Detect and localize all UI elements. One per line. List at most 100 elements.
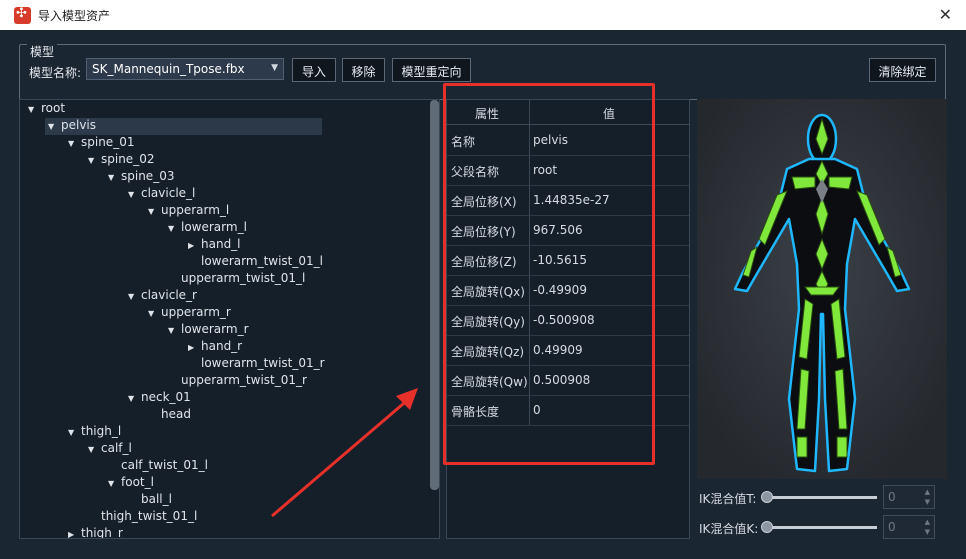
tree-node[interactable]: ▼ foot_l xyxy=(108,475,154,492)
expanded-triangle-icon[interactable]: ▼ xyxy=(48,122,61,131)
model-name-label: 模型名称: xyxy=(29,66,82,80)
property-row: 全局旋转(Qx) -0.49909 xyxy=(447,275,689,306)
property-row: 全局位移(Y) 967.506 xyxy=(447,215,689,246)
tree-node-label: upperarm_twist_01_l xyxy=(181,271,306,285)
property-key: 全局位移(X) xyxy=(451,195,517,209)
property-key: 骨骼长度 xyxy=(451,405,500,419)
property-row: 全局旋转(Qy) -0.500908 xyxy=(447,305,689,336)
tree-node[interactable]: thigh_twist_01_l xyxy=(88,509,197,526)
tree-node-label: thigh_twist_01_l xyxy=(101,509,198,523)
tree-node[interactable]: ▼ root xyxy=(28,101,65,118)
spin-down-icon[interactable]: ▼ xyxy=(925,498,930,506)
property-row: 全局旋转(Qz) 0.49909 xyxy=(447,335,689,366)
property-row: 父段名称 root xyxy=(447,155,689,186)
tree-node[interactable]: upperarm_twist_01_l xyxy=(168,271,305,288)
property-value: -10.5615 xyxy=(533,253,587,267)
tree-node-label: clavicle_r xyxy=(141,288,197,302)
ik-k-label: IK混合值K: xyxy=(699,522,759,536)
tree-node[interactable]: ▼ spine_02 xyxy=(88,152,154,169)
ik-t-slider-handle[interactable] xyxy=(761,491,773,503)
tree-node[interactable]: ▼ pelvis xyxy=(48,118,97,135)
tree-node[interactable]: ▼ thigh_l xyxy=(68,424,121,441)
clear-binding-button[interactable]: 清除绑定 xyxy=(869,58,936,82)
tree-node[interactable]: ▼ clavicle_r xyxy=(128,288,197,305)
tree-node[interactable]: ▼ neck_01 xyxy=(128,390,191,407)
tree-node[interactable]: calf_twist_01_l xyxy=(108,458,208,475)
tree-scrollbar[interactable] xyxy=(430,100,439,490)
expanded-triangle-icon[interactable]: ▼ xyxy=(128,292,141,301)
expanded-triangle-icon[interactable]: ▼ xyxy=(128,190,141,199)
property-value: 1.44835e-27 xyxy=(533,193,610,207)
tree-node[interactable]: ▼ upperarm_l xyxy=(148,203,229,220)
expanded-triangle-icon[interactable]: ▼ xyxy=(108,479,121,488)
property-key: 全局旋转(Qz) xyxy=(451,345,525,359)
tree-node-label: root xyxy=(41,101,66,115)
expanded-triangle-icon[interactable]: ▼ xyxy=(68,139,81,148)
ik-t-value: 0 xyxy=(888,490,896,504)
spin-up-icon[interactable]: ▲ xyxy=(925,518,930,526)
tree-node-label: clavicle_l xyxy=(141,186,196,200)
tree-node-label: thigh_r xyxy=(81,526,123,539)
expanded-triangle-icon[interactable]: ▼ xyxy=(88,156,101,165)
property-table: 属性 值 名称 pelvis 父段名称 root 全局位移(X) 1.44835e-27 全… xyxy=(446,99,690,539)
tree-node-label: spine_01 xyxy=(81,135,135,149)
model-select[interactable]: SK_Mannequin_Tpose.fbx ▼ xyxy=(86,58,284,80)
tree-node[interactable]: ▼ lowerarm_l xyxy=(168,220,247,237)
expanded-triangle-icon[interactable]: ▼ xyxy=(168,326,181,335)
tree-node[interactable]: ▶ hand_l xyxy=(188,237,241,254)
ik-t-slider-track[interactable] xyxy=(765,496,877,499)
collapsed-triangle-icon[interactable]: ▶ xyxy=(188,241,201,250)
property-value: 0.49909 xyxy=(533,343,583,357)
app-icon xyxy=(14,6,31,24)
expanded-triangle-icon[interactable]: ▼ xyxy=(28,105,41,114)
tree-node-label: lowerarm_l xyxy=(181,220,247,234)
tree-node[interactable]: ▼ calf_l xyxy=(88,441,132,458)
tree-node[interactable]: ▶ thigh_r xyxy=(68,526,123,539)
expanded-triangle-icon[interactable]: ▼ xyxy=(148,309,161,318)
ik-t-spinbox[interactable]: 0 ▲ ▼ xyxy=(883,485,935,509)
expanded-triangle-icon[interactable]: ▼ xyxy=(88,445,101,454)
tree-node-label: upperarm_l xyxy=(161,203,230,217)
close-icon[interactable]: ✕ xyxy=(939,5,952,24)
remove-button[interactable]: 移除 xyxy=(342,58,385,82)
tree-node-label: thigh_l xyxy=(81,424,122,438)
tree-node[interactable]: ▼ clavicle_l xyxy=(128,186,195,203)
ik-k-slider-track[interactable] xyxy=(765,526,877,529)
tree-node[interactable]: lowerarm_twist_01_l xyxy=(188,254,323,271)
tree-node[interactable]: ▶ hand_r xyxy=(188,339,242,356)
title-bar: 导入模型资产 ✕ xyxy=(0,0,966,30)
expanded-triangle-icon[interactable]: ▼ xyxy=(108,173,121,182)
tree-node-label: lowerarm_twist_01_l xyxy=(201,254,323,268)
tree-node[interactable]: ▼ lowerarm_r xyxy=(168,322,249,339)
expanded-triangle-icon[interactable]: ▼ xyxy=(128,394,141,403)
import-button[interactable]: 导入 xyxy=(292,58,336,82)
model-preview-viewport[interactable] xyxy=(697,99,947,479)
ik-k-spinbox[interactable]: 0 ▲ ▼ xyxy=(883,515,935,539)
tree-node[interactable]: head xyxy=(148,407,191,424)
tree-node[interactable]: ▼ upperarm_r xyxy=(148,305,231,322)
tree-node[interactable]: ▼ spine_03 xyxy=(108,169,174,186)
property-key: 全局旋转(Qw) xyxy=(451,375,528,389)
property-value: 967.506 xyxy=(533,223,583,237)
expanded-triangle-icon[interactable]: ▼ xyxy=(168,224,181,233)
tree-node[interactable]: ball_l xyxy=(128,492,172,509)
tree-node-label: lowerarm_r xyxy=(181,322,249,336)
property-row: 全局位移(X) 1.44835e-27 xyxy=(447,185,689,216)
collapsed-triangle-icon[interactable]: ▶ xyxy=(68,530,81,538)
retarget-button[interactable]: 模型重定向 xyxy=(392,58,471,82)
collapsed-triangle-icon[interactable]: ▶ xyxy=(188,343,201,352)
tree-node-label: upperarm_r xyxy=(161,305,231,319)
spin-down-icon[interactable]: ▼ xyxy=(925,528,930,536)
ik-t-label: IK混合值T: xyxy=(699,492,757,506)
ik-k-row: IK混合值K: 0 ▲ ▼ xyxy=(697,515,947,541)
window-title: 导入模型资产 xyxy=(38,9,111,23)
expanded-triangle-icon[interactable]: ▼ xyxy=(148,207,161,216)
property-key: 父段名称 xyxy=(451,165,500,179)
property-key: 全局位移(Y) xyxy=(451,225,516,239)
spin-up-icon[interactable]: ▲ xyxy=(925,488,930,496)
ik-k-value: 0 xyxy=(888,520,896,534)
expanded-triangle-icon[interactable]: ▼ xyxy=(68,428,81,437)
property-value: -0.500908 xyxy=(533,313,595,327)
tree-node[interactable]: ▼ spine_01 xyxy=(68,135,134,152)
ik-k-slider-handle[interactable] xyxy=(761,521,773,533)
